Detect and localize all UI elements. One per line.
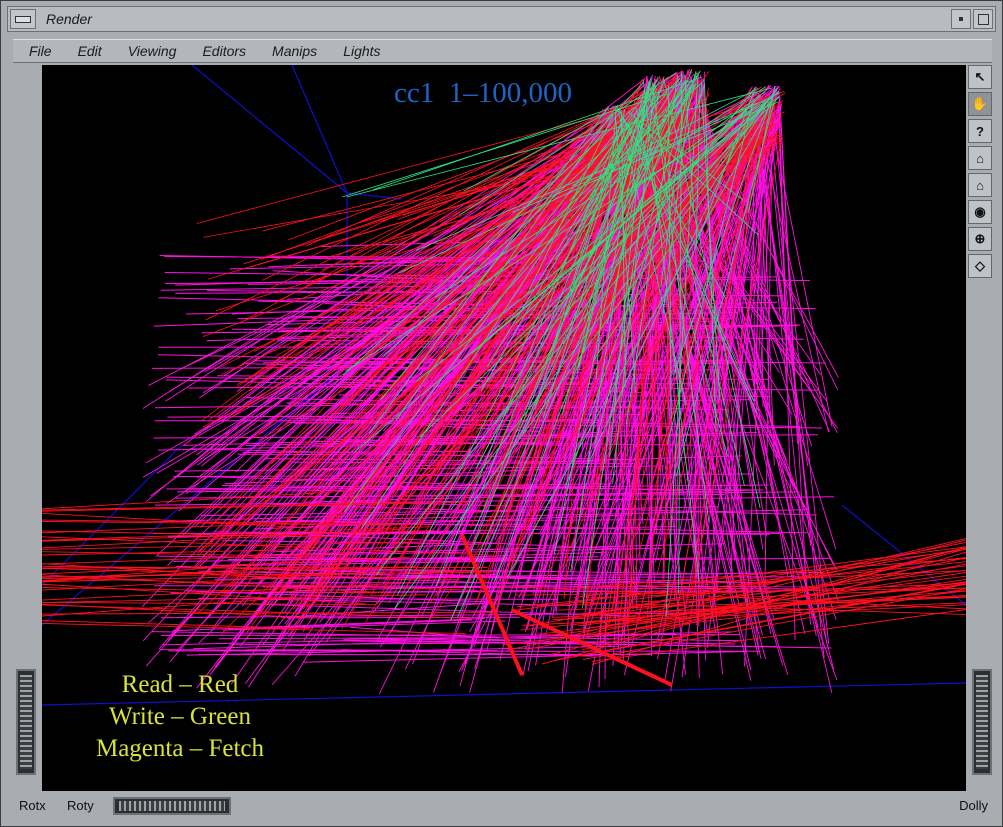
projection-icon[interactable]: ◇ xyxy=(968,254,992,278)
axis-edge xyxy=(191,65,348,194)
bottom-bar: Rotx Roty Dolly xyxy=(13,793,992,821)
render-window: Render File Edit Viewing Editors Manips … xyxy=(0,0,1003,827)
title-bar[interactable]: Render xyxy=(7,6,996,32)
view-all-icon[interactable]: ◉ xyxy=(968,200,992,224)
set-home-icon[interactable]: ⌂ xyxy=(968,173,992,197)
legend-write: Write – Green xyxy=(109,703,251,730)
menu-editors[interactable]: Editors xyxy=(202,43,246,59)
dolly-thumbwheel[interactable] xyxy=(972,669,992,775)
axis-edge xyxy=(291,65,348,194)
legend-read: Read – Red xyxy=(121,671,239,698)
read-trace-line xyxy=(42,603,320,619)
rotx-label: Rotx xyxy=(19,798,46,813)
minimize-button[interactable] xyxy=(951,9,971,29)
window-menu-icon xyxy=(15,15,31,23)
roty-thumbwheel[interactable] xyxy=(113,797,231,815)
window-menu-button[interactable] xyxy=(10,9,36,29)
menu-lights[interactable]: Lights xyxy=(343,43,380,59)
read-trace-line xyxy=(42,623,466,634)
roty-label: Roty xyxy=(67,798,94,813)
menu-edit[interactable]: Edit xyxy=(78,43,102,59)
maximize-button[interactable] xyxy=(973,9,993,29)
home-icon[interactable]: ⌂ xyxy=(968,146,992,170)
fetch-trace-line xyxy=(286,616,520,619)
rotx-thumbwheel-grip xyxy=(20,675,32,769)
legend-fetch: Magenta – Fetch xyxy=(95,735,264,762)
menu-file[interactable]: File xyxy=(29,43,52,59)
legend: Read – Red Write – Green Magenta – Fetch xyxy=(80,669,280,765)
pointer-arrow-icon[interactable]: ↖ xyxy=(968,65,992,89)
window-title: Render xyxy=(46,11,92,27)
roty-thumbwheel-grip xyxy=(119,801,225,811)
fetch-trace-line xyxy=(303,651,746,663)
axis-edge xyxy=(346,192,403,200)
menu-viewing[interactable]: Viewing xyxy=(128,43,177,59)
fetch-trace-line xyxy=(779,96,808,599)
seek-icon[interactable]: ⊕ xyxy=(968,227,992,251)
fetch-trace-line xyxy=(161,634,741,636)
hand-icon[interactable]: ✋ xyxy=(968,92,992,116)
minimize-icon xyxy=(959,17,963,21)
menu-manips[interactable]: Manips xyxy=(272,43,317,59)
menu-bar: File Edit Viewing Editors Manips Lights xyxy=(13,39,992,63)
maximize-icon xyxy=(977,13,989,25)
render-viewport[interactable]: cc1 1–100,000 Read – Red Write – Green M… xyxy=(42,65,966,791)
rotx-thumbwheel[interactable] xyxy=(16,669,36,775)
fetch-trace-line xyxy=(228,619,472,631)
read-trace-line xyxy=(42,566,488,569)
help-icon[interactable]: ? xyxy=(968,119,992,143)
dolly-label: Dolly xyxy=(959,798,988,813)
dolly-thumbwheel-grip xyxy=(976,675,988,769)
fetch-trace-line xyxy=(315,570,554,572)
viewer-title: cc1 1–100,000 xyxy=(394,77,572,109)
viewer-toolbar: ↖ ✋ ? ⌂ ⌂ ◉ ⊕ ◇ xyxy=(968,65,994,281)
